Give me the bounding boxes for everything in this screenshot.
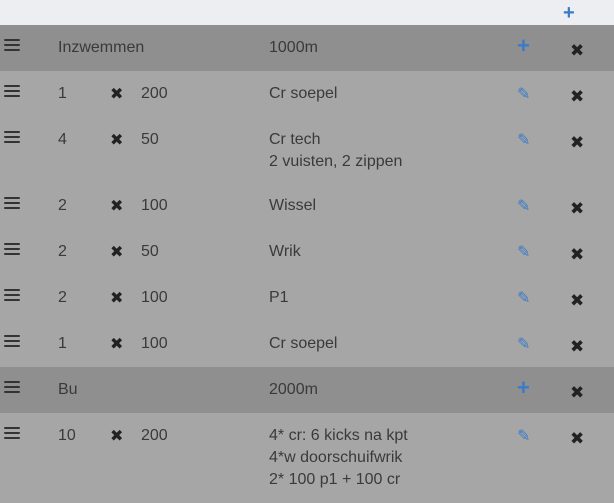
- delete-close-icon[interactable]: ✖: [570, 244, 584, 266]
- drag-handle-icon[interactable]: [4, 289, 20, 303]
- group-name: Inzwemmen: [58, 39, 145, 56]
- group-row-inzwemmen[interactable]: Inzwemmen 1000m + ✖: [0, 25, 614, 71]
- group-name: Bu: [58, 381, 78, 398]
- distance-value: 200: [141, 85, 168, 102]
- group-total: 1000m: [269, 39, 318, 56]
- distance-value: 100: [141, 289, 168, 306]
- description: 4* cr: 6 kicks na kpt 4*w doorschuifwrik…: [269, 425, 408, 491]
- description: Wissel: [269, 195, 316, 217]
- list-item[interactable]: 10 ✖ 200 4* cr: 6 kicks na kpt 4*w doors…: [0, 413, 614, 503]
- description-line: 4* cr: 6 kicks na kpt: [269, 427, 408, 444]
- delete-close-icon[interactable]: ✖: [570, 428, 584, 450]
- delete-group-close-icon[interactable]: ✖: [570, 382, 584, 404]
- group-total: 2000m: [269, 381, 318, 398]
- description: Cr soepel: [269, 83, 337, 105]
- list-item[interactable]: 1 ✖ 200 Cr soepel ✎ ✖: [0, 71, 614, 117]
- reps-value: 1: [58, 335, 67, 352]
- times-icon: ✖: [110, 336, 124, 353]
- list-item[interactable]: 2 ✖ 50 Wrik ✎ ✖: [0, 229, 614, 275]
- edit-pencil-icon[interactable]: ✎: [517, 426, 530, 448]
- description: Cr soepel: [269, 333, 337, 355]
- description-line: Cr soepel: [269, 335, 338, 352]
- reps-value: 10: [58, 427, 76, 444]
- delete-close-icon[interactable]: ✖: [570, 132, 584, 154]
- edit-pencil-icon[interactable]: ✎: [517, 242, 530, 264]
- edit-pencil-icon[interactable]: ✎: [517, 288, 530, 310]
- add-group-plus-icon[interactable]: +: [563, 3, 579, 23]
- description: Cr tech 2 vuisten, 2 zippen: [269, 129, 402, 173]
- delete-close-icon[interactable]: ✖: [570, 290, 584, 312]
- add-item-plus-icon[interactable]: +: [517, 35, 530, 57]
- drag-handle-icon[interactable]: [4, 131, 20, 145]
- description-line: Wrik: [269, 243, 301, 260]
- edit-pencil-icon[interactable]: ✎: [517, 84, 530, 106]
- reps-value: 2: [58, 289, 67, 306]
- edit-pencil-icon[interactable]: ✎: [517, 196, 530, 218]
- reps-value: 2: [58, 243, 67, 260]
- description-line: 2 vuisten, 2 zippen: [269, 153, 403, 170]
- description: P1: [269, 287, 289, 309]
- reps-value: 4: [58, 131, 67, 148]
- times-icon: ✖: [110, 290, 124, 307]
- distance-value: 200: [141, 427, 168, 444]
- distance-value: 100: [141, 197, 168, 214]
- times-icon: ✖: [110, 428, 124, 445]
- list-item[interactable]: 4 ✖ 50 Cr tech 2 vuisten, 2 zippen ✎ ✖: [0, 117, 614, 183]
- delete-close-icon[interactable]: ✖: [570, 198, 584, 220]
- group-row-bu[interactable]: Bu 2000m + ✖: [0, 367, 614, 413]
- reps-value: 1: [58, 85, 67, 102]
- description-line: Cr tech: [269, 131, 321, 148]
- add-item-plus-icon[interactable]: +: [517, 377, 530, 399]
- description-line: P1: [269, 289, 289, 306]
- list-item[interactable]: 2 ✖ 100 Wissel ✎ ✖: [0, 183, 614, 229]
- drag-handle-icon[interactable]: [4, 335, 20, 349]
- list-item[interactable]: 1 ✖ 100 Cr soepel ✎ ✖: [0, 321, 614, 367]
- edit-pencil-icon[interactable]: ✎: [517, 334, 530, 356]
- edit-pencil-icon[interactable]: ✎: [517, 130, 530, 152]
- drag-handle-icon[interactable]: [4, 39, 20, 53]
- drag-handle-icon[interactable]: [4, 427, 20, 441]
- description-line: 2* 100 p1 + 100 cr: [269, 471, 401, 488]
- times-icon: ✖: [110, 132, 124, 149]
- description: Wrik: [269, 241, 301, 263]
- drag-handle-icon[interactable]: [4, 197, 20, 211]
- drag-handle-icon[interactable]: [4, 85, 20, 99]
- drag-handle-icon[interactable]: [4, 381, 20, 395]
- distance-value: 50: [141, 243, 159, 260]
- times-icon: ✖: [110, 244, 124, 261]
- delete-close-icon[interactable]: ✖: [570, 86, 584, 108]
- times-icon: ✖: [110, 86, 124, 103]
- workout-list: Inzwemmen 1000m + ✖ 1 ✖ 200 Cr soepel ✎ …: [0, 25, 614, 503]
- delete-close-icon[interactable]: ✖: [570, 336, 584, 358]
- top-toolbar: +: [0, 0, 614, 25]
- times-icon: ✖: [110, 198, 124, 215]
- delete-group-close-icon[interactable]: ✖: [570, 40, 584, 62]
- description-line: 4*w doorschuifwrik: [269, 449, 403, 466]
- drag-handle-icon[interactable]: [4, 243, 20, 257]
- distance-value: 100: [141, 335, 168, 352]
- distance-value: 50: [141, 131, 159, 148]
- description-line: Cr soepel: [269, 85, 338, 102]
- description-line: Wissel: [269, 197, 317, 214]
- list-item[interactable]: 2 ✖ 100 P1 ✎ ✖: [0, 275, 614, 321]
- reps-value: 2: [58, 197, 67, 214]
